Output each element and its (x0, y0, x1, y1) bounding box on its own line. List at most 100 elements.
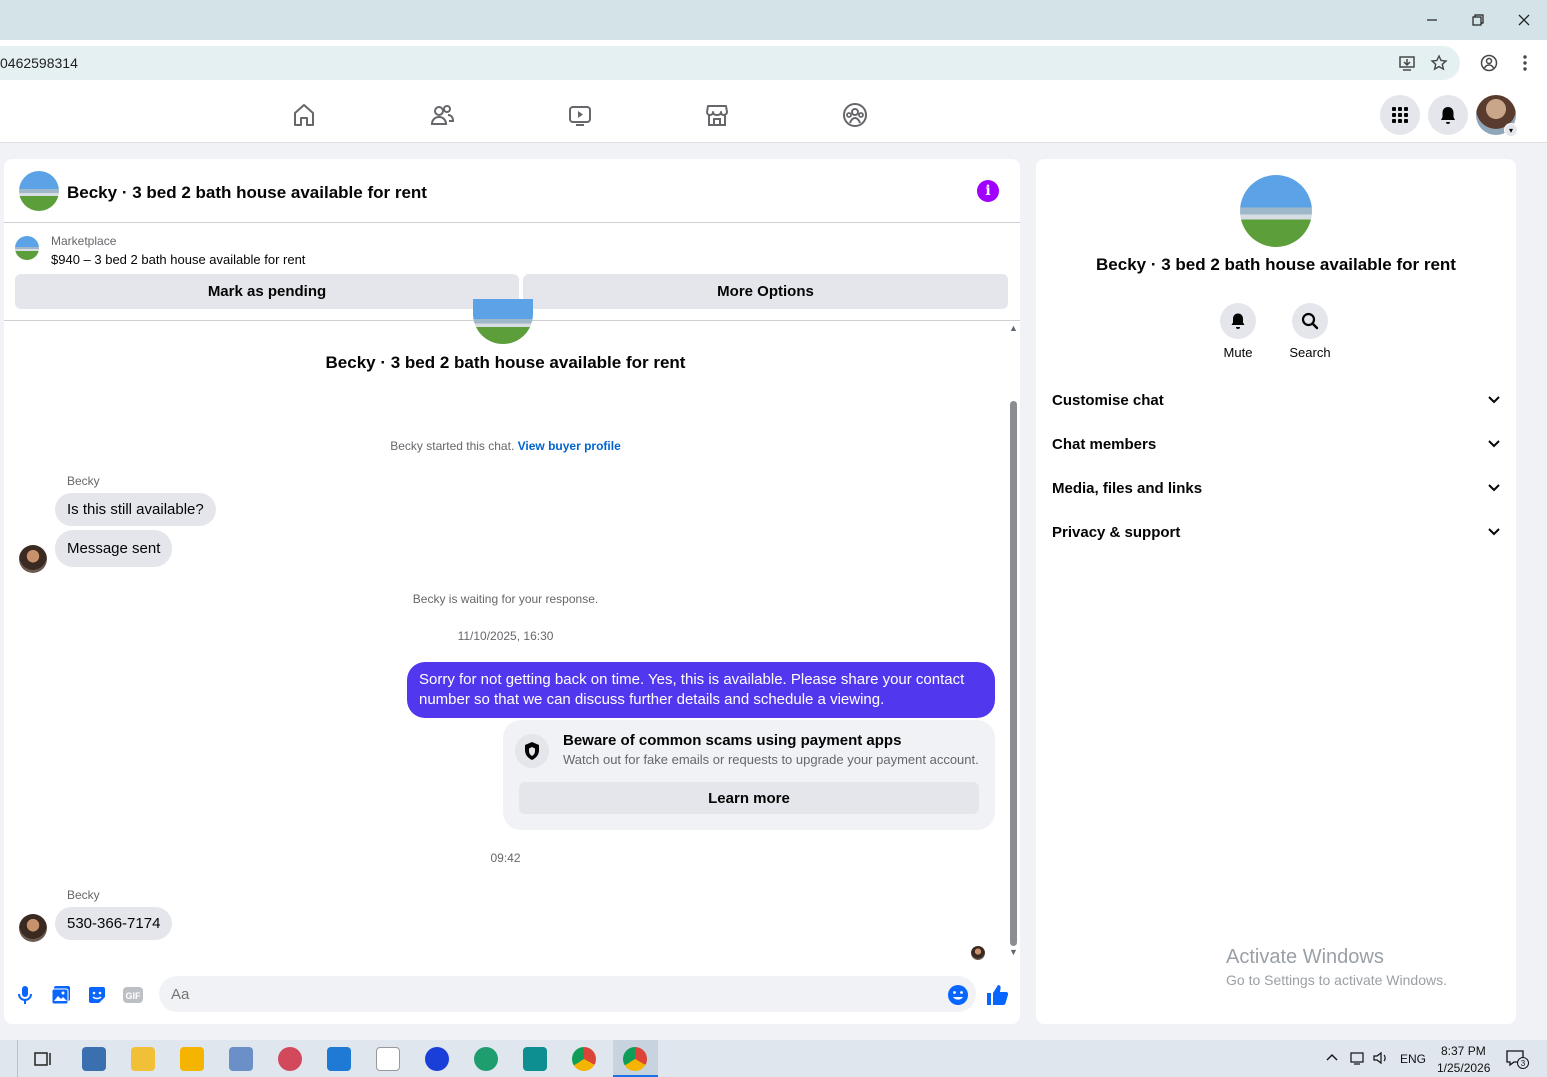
chat-header: Becky · 3 bed 2 bath house available for… (4, 159, 1020, 223)
chat-started-line: Becky started this chat. View buyer prof… (4, 439, 1007, 453)
like-thumb-icon[interactable] (985, 983, 1009, 1007)
activate-windows-title: Activate Windows (1226, 946, 1384, 968)
message-composer: GIF (4, 967, 1020, 1023)
marketplace-icon[interactable] (702, 100, 732, 130)
svg-text:GIF: GIF (126, 991, 142, 1001)
scam-warning-title: Beware of common scams using payment app… (563, 732, 902, 749)
restore-icon[interactable] (1466, 8, 1490, 32)
tray-chevron-up-icon[interactable] (1326, 1051, 1338, 1065)
notification-center-icon[interactable]: 3 (1505, 1049, 1529, 1070)
control-panel-icon[interactable] (82, 1047, 106, 1071)
profile-icon[interactable] (1478, 52, 1500, 74)
chrome-active-task[interactable] (613, 1040, 658, 1077)
chevron-down-icon (1486, 436, 1502, 452)
section-label: Media, files and links (1052, 479, 1203, 497)
friends-icon[interactable] (427, 100, 457, 130)
notifications-bell-icon[interactable] (1428, 95, 1468, 135)
mail-icon[interactable] (327, 1047, 351, 1071)
start-edge[interactable] (0, 1040, 18, 1077)
scroll-up-icon[interactable]: ▲ (1009, 323, 1018, 333)
bookmark-star-icon[interactable] (1428, 52, 1450, 74)
edge-icon[interactable] (474, 1047, 498, 1071)
gif-icon[interactable]: GIF (121, 983, 145, 1007)
learn-more-button[interactable]: Learn more (519, 782, 979, 814)
chevron-down-icon (1486, 480, 1502, 496)
file-explorer-icon[interactable] (131, 1047, 155, 1071)
timestamp: 09:42 (490, 851, 521, 865)
bell-icon[interactable] (1220, 303, 1256, 339)
mark-as-pending-button[interactable]: Mark as pending (15, 274, 519, 309)
search-button[interactable]: Search (1274, 303, 1346, 360)
url-text[interactable]: 0462598314 (0, 55, 78, 71)
sticker-icon[interactable] (85, 983, 109, 1007)
message-input[interactable] (159, 976, 976, 1012)
browser-titlebar (0, 0, 1547, 40)
clock-date[interactable]: 1/25/2026 (1437, 1061, 1490, 1075)
waiting-text: Becky is waiting for your response. (412, 592, 599, 606)
scam-warning-card: Beware of common scams using payment app… (503, 720, 995, 830)
more-options-button[interactable]: More Options (523, 274, 1008, 309)
listing-thumbnail[interactable] (15, 236, 39, 260)
language-indicator[interactable]: ENG (1400, 1052, 1426, 1066)
section-label: Chat members (1052, 435, 1157, 453)
details-avatar[interactable] (1240, 175, 1312, 247)
thread-scrollbar[interactable]: ▲ ▼ (1007, 321, 1020, 961)
scam-warning-subtitle: Watch out for fake emails or requests to… (563, 752, 979, 767)
chrome-icon[interactable] (572, 1047, 596, 1071)
close-icon[interactable] (1512, 8, 1536, 32)
thread-listing-avatar (473, 299, 533, 344)
scroll-down-icon[interactable]: ▼ (1009, 947, 1018, 957)
becky-avatar[interactable] (19, 545, 47, 573)
facebook-top-nav: ▾ (0, 86, 1547, 143)
volume-icon[interactable] (1373, 1051, 1389, 1068)
video-icon[interactable] (565, 100, 595, 130)
chat-panel: Becky · 3 bed 2 bath house available for… (4, 159, 1020, 1024)
shield-icon (515, 734, 549, 768)
install-app-icon[interactable] (1396, 52, 1418, 74)
marketplace-label: Marketplace (51, 234, 117, 248)
task-view-icon[interactable] (31, 1047, 55, 1071)
clock-time[interactable]: 8:37 PM (1441, 1044, 1486, 1058)
section-customise-chat[interactable]: Customise chat (1052, 378, 1502, 422)
section-label: Customise chat (1052, 391, 1164, 409)
listing-avatar[interactable] (19, 171, 59, 211)
home-icon[interactable] (289, 100, 319, 130)
incoming-message[interactable]: Message sent (55, 530, 173, 567)
app-icon[interactable] (523, 1047, 547, 1071)
microphone-icon[interactable] (13, 983, 37, 1007)
omnibox[interactable]: 0462598314 (0, 46, 1460, 80)
nordvpn-icon[interactable] (425, 1047, 449, 1071)
view-buyer-profile-link[interactable]: View buyer profile (518, 439, 621, 453)
kebab-menu-icon[interactable] (1514, 52, 1536, 74)
search-icon[interactable] (1292, 303, 1328, 339)
info-icon[interactable]: i (977, 180, 999, 202)
mute-button[interactable]: Mute (1202, 303, 1274, 360)
section-chat-members[interactable]: Chat members (1052, 422, 1502, 466)
incoming-message[interactable]: Is this still available? (55, 493, 216, 526)
emoji-icon[interactable] (946, 983, 970, 1007)
chat-started-text: Becky started this chat. (390, 439, 515, 453)
photo-icon[interactable] (49, 983, 73, 1007)
chevron-down-icon (1486, 524, 1502, 540)
chat-details-panel: Becky · 3 bed 2 bath house available for… (1036, 159, 1516, 1024)
scrollbar-thumb[interactable] (1010, 401, 1017, 946)
menu-grid-icon[interactable] (1380, 95, 1420, 135)
becky-avatar[interactable] (19, 914, 47, 942)
listing-title[interactable]: $940 – 3 bed 2 bath house available for … (51, 252, 305, 267)
section-label: Privacy & support (1052, 523, 1181, 541)
photos-icon[interactable] (229, 1047, 253, 1071)
account-avatar[interactable]: ▾ (1476, 95, 1518, 137)
notepad-icon[interactable] (376, 1047, 400, 1071)
chat-title[interactable]: Becky · 3 bed 2 bath house available for… (67, 183, 427, 203)
section-media-files-links[interactable]: Media, files and links (1052, 466, 1502, 510)
outgoing-message[interactable]: Sorry for not getting back on time. Yes,… (407, 662, 995, 718)
chevron-down-icon[interactable]: ▾ (1504, 123, 1518, 137)
store-icon[interactable] (180, 1047, 204, 1071)
groups-icon[interactable] (840, 100, 870, 130)
network-icon[interactable] (1350, 1051, 1366, 1068)
section-privacy-support[interactable]: Privacy & support (1052, 510, 1502, 554)
paint-icon[interactable] (278, 1047, 302, 1071)
incoming-message[interactable]: 530-366-7174 (55, 907, 173, 940)
minimize-icon[interactable] (1420, 8, 1444, 32)
details-title: Becky · 3 bed 2 bath house available for… (1096, 255, 1456, 274)
